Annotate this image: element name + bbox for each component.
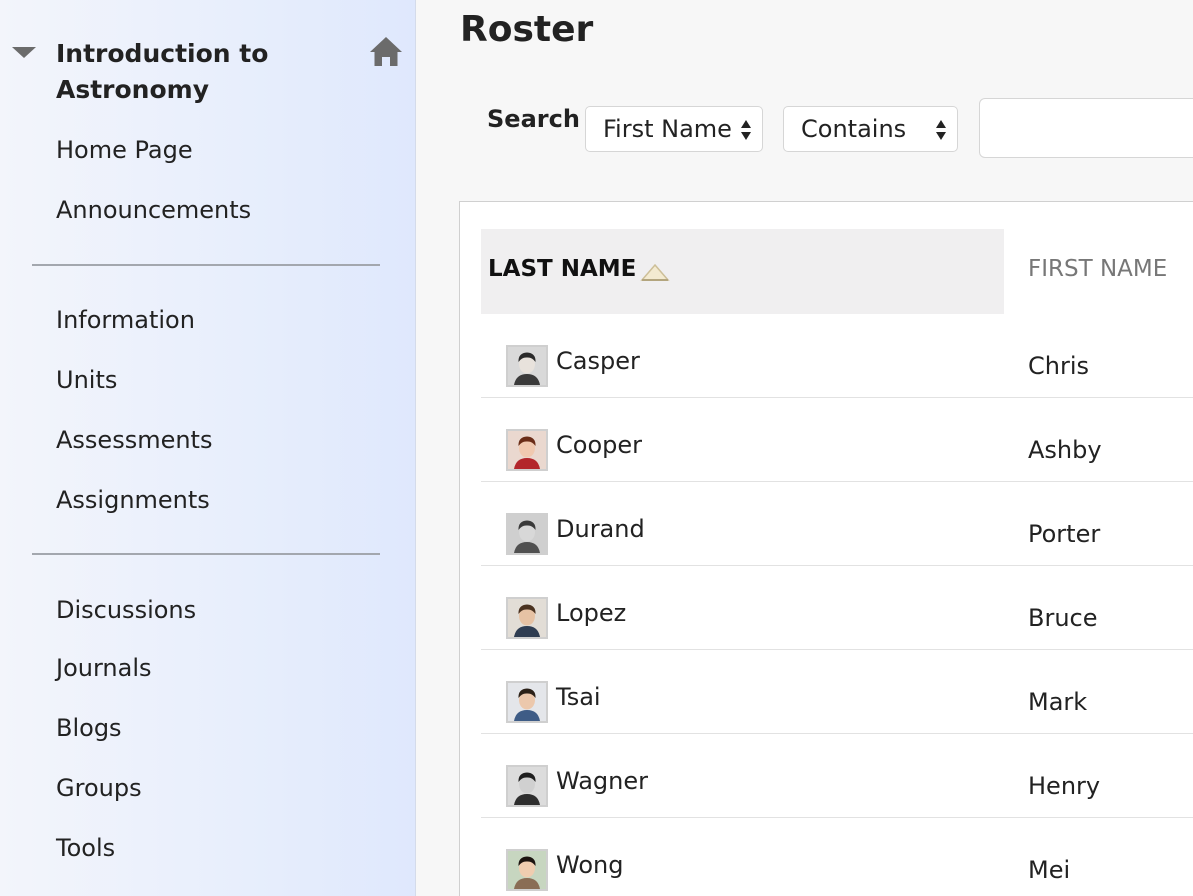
search-operator-select[interactable]: Contains	[783, 106, 958, 152]
last-name-link[interactable]: Tsai	[556, 683, 601, 711]
search-input[interactable]	[979, 98, 1193, 158]
search-operator-value: Contains	[801, 115, 907, 143]
home-icon[interactable]	[369, 36, 403, 68]
sort-ascending-icon[interactable]	[640, 263, 670, 283]
first-name-cell: Porter	[1028, 520, 1101, 548]
table-row[interactable]: Wong Mei	[481, 818, 1193, 896]
table-row[interactable]: Lopez Bruce	[481, 566, 1193, 650]
table-row[interactable]: Tsai Mark	[481, 650, 1193, 734]
first-name-cell: Chris	[1028, 352, 1090, 380]
select-arrows-icon	[936, 120, 946, 140]
nav-item-assessments[interactable]: Assessments	[56, 425, 212, 455]
nav-item-tools[interactable]: Tools	[56, 833, 115, 863]
avatar	[506, 681, 548, 723]
column-header-first-name[interactable]: FIRST NAME	[1028, 256, 1167, 282]
first-name-cell: Mei	[1028, 856, 1071, 884]
table-row[interactable]: Casper Chris	[481, 314, 1193, 398]
search-field-select[interactable]: First Name	[585, 106, 763, 152]
table-row[interactable]: Durand Porter	[481, 482, 1193, 566]
course-menu-sidebar: Introduction to Astronomy Home Page Anno…	[0, 0, 416, 896]
nav-item-blogs[interactable]: Blogs	[56, 713, 122, 743]
search-field-value: First Name	[603, 115, 732, 143]
column-header-last-name[interactable]: LAST NAME	[481, 229, 1004, 314]
avatar	[506, 513, 548, 555]
avatar	[506, 345, 548, 387]
first-name-cell: Mark	[1028, 688, 1088, 716]
menu-divider	[32, 553, 380, 555]
page-title: Roster	[460, 9, 594, 50]
nav-item-announcements[interactable]: Announcements	[56, 195, 251, 225]
search-label: Search	[487, 105, 580, 133]
table-row[interactable]: Wagner Henry	[481, 734, 1193, 818]
collapse-triangle-icon[interactable]	[12, 47, 36, 58]
last-name-link[interactable]: Wong	[556, 851, 623, 879]
avatar	[506, 429, 548, 471]
course-title[interactable]: Introduction to Astronomy	[56, 36, 356, 108]
first-name-cell: Bruce	[1028, 604, 1098, 632]
roster-main: Roster Search First Name Contains LAST N…	[416, 0, 1193, 896]
last-name-link[interactable]: Cooper	[556, 431, 642, 459]
nav-item-units[interactable]: Units	[56, 365, 117, 395]
avatar	[506, 849, 548, 891]
avatar	[506, 765, 548, 807]
table-row[interactable]: Cooper Ashby	[481, 398, 1193, 482]
nav-item-assignments[interactable]: Assignments	[56, 485, 210, 515]
nav-item-journals[interactable]: Journals	[56, 653, 152, 683]
column-header-last-name-label: LAST NAME	[488, 256, 637, 282]
select-arrows-icon	[741, 120, 751, 140]
last-name-link[interactable]: Durand	[556, 515, 645, 543]
last-name-link[interactable]: Casper	[556, 347, 640, 375]
nav-item-discussions[interactable]: Discussions	[56, 595, 196, 625]
nav-item-home-page[interactable]: Home Page	[56, 135, 193, 165]
last-name-link[interactable]: Wagner	[556, 767, 648, 795]
nav-item-groups[interactable]: Groups	[56, 773, 142, 803]
nav-item-information[interactable]: Information	[56, 305, 195, 335]
first-name-cell: Ashby	[1028, 436, 1102, 464]
first-name-cell: Henry	[1028, 772, 1101, 800]
roster-table: LAST NAME FIRST NAME Casper Chris Cooper As…	[459, 201, 1193, 896]
menu-divider	[32, 264, 380, 266]
last-name-link[interactable]: Lopez	[556, 599, 626, 627]
avatar	[506, 597, 548, 639]
